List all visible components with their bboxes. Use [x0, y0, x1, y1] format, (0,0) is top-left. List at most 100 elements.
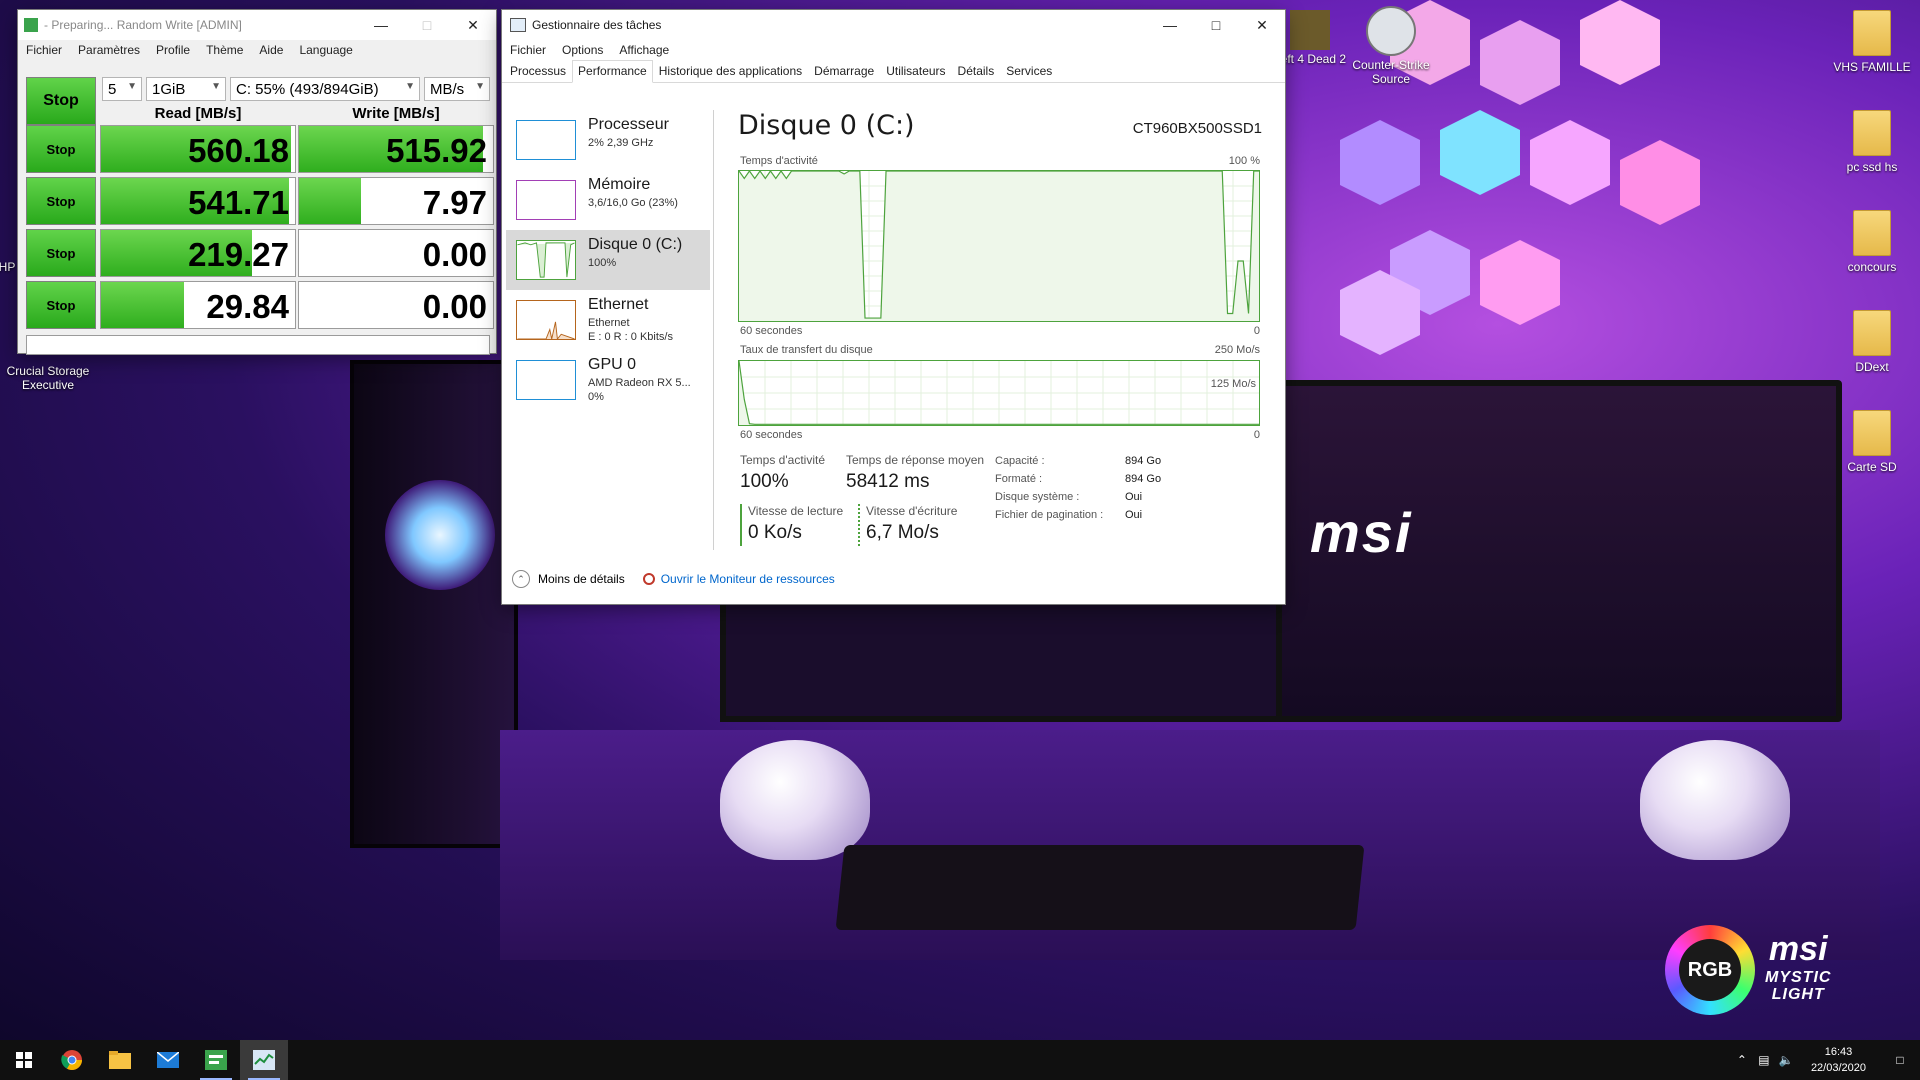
activity-graph-label: Temps d'activité [740, 155, 818, 167]
cs-source-icon [1366, 6, 1416, 56]
menu-aide[interactable]: Aide [251, 43, 291, 57]
transfer-graph [738, 360, 1260, 426]
row-1-read-cell: 560.18 [100, 125, 296, 173]
transfer-graph-zero: 0 [1253, 429, 1260, 441]
menu-affichage[interactable]: Affichage [611, 43, 677, 57]
wallpaper-mystic-light-logo: msi MYSTIC LIGHT [1765, 930, 1831, 1003]
open-resource-monitor-link[interactable]: Ouvrir le Moniteur de ressources [661, 572, 835, 586]
sidebar-item-sub: 100% [588, 257, 617, 269]
tab-processus[interactable]: Processus [504, 60, 572, 82]
tab-performance[interactable]: Performance [572, 60, 653, 83]
maximize-button[interactable]: □ [404, 10, 450, 40]
ethernet-adapter: Ethernet [588, 317, 630, 329]
stop-all-button[interactable]: Stop [26, 77, 96, 125]
row-4-stop-button[interactable]: Stop [26, 281, 96, 329]
cdm-app-icon [24, 18, 38, 32]
desktop-icon-cs-source[interactable]: Counter-Strike Source [1346, 6, 1436, 86]
clock[interactable]: 16:43 22/03/2020 [1797, 1044, 1880, 1076]
row-1-stop-button[interactable]: Stop [26, 125, 96, 173]
count-value: 5 [108, 80, 117, 98]
write-speed-value: 6,7 Mo/s [866, 522, 939, 543]
tab-utilisateurs[interactable]: Utilisateurs [880, 60, 951, 82]
write-speed-marker [858, 504, 860, 546]
wallpaper-rgb-badge: RGB [1665, 925, 1755, 1015]
drive-select[interactable]: C: 55% (493/894GiB) ▼ [230, 77, 420, 101]
close-button[interactable]: ✕ [1239, 10, 1285, 40]
sidebar-item-sub: 3,6/16,0 Go (23%) [588, 197, 678, 209]
memory-thumbnail [516, 180, 576, 220]
sidebar-item-gpu[interactable]: GPU 0 AMD Radeon RX 5... 0% [506, 350, 710, 410]
row-2-stop-button[interactable]: Stop [26, 177, 96, 225]
chevron-down-icon: ▼ [475, 81, 485, 92]
sidebar-item-sub: 2% 2,39 GHz [588, 137, 654, 149]
sidebar-item-memoire[interactable]: Mémoire 3,6/16,0 Go (23%) [506, 170, 710, 230]
desktop-folder-ddext[interactable]: DDext [1827, 310, 1917, 374]
count-select[interactable]: 5 ▼ [102, 77, 142, 101]
tab-services[interactable]: Services [1000, 60, 1058, 82]
chrome-icon[interactable] [48, 1040, 96, 1080]
desktop-folder-concours[interactable]: concours [1827, 210, 1917, 274]
action-center-icon[interactable]: □ [1880, 1053, 1920, 1067]
row-1-write-cell: 515.92 [298, 125, 494, 173]
mail-icon[interactable] [144, 1040, 192, 1080]
row-3-read-cell: 219.27 [100, 229, 296, 277]
menu-options[interactable]: Options [554, 43, 611, 57]
drive-value: C: 55% (493/894GiB) [236, 80, 379, 98]
desktop-folder-vhs-famille[interactable]: VHS FAMILLE [1827, 10, 1917, 74]
desktop-icon-label: Crucial Storage Executive [6, 364, 90, 392]
menu-fichier[interactable]: Fichier [502, 43, 554, 57]
tab-demarrage[interactable]: Démarrage [808, 60, 880, 82]
light-word: LIGHT [1771, 986, 1825, 1003]
menu-language[interactable]: Language [291, 43, 360, 57]
menu-profile[interactable]: Profile [148, 43, 198, 57]
size-select[interactable]: 1GiB ▼ [146, 77, 226, 101]
desktop-icon-label: Carte SD [1847, 460, 1897, 474]
minimize-button[interactable]: — [1147, 10, 1193, 40]
taskbar: ⌃ ▤ 🔈 16:43 22/03/2020 □ [0, 1040, 1920, 1080]
wallpaper-rgb-fan [385, 480, 495, 590]
wallpaper-speaker-left [720, 740, 870, 860]
menu-theme[interactable]: Thème [198, 43, 251, 57]
desktop-folder-carte-sd[interactable]: Carte SD [1827, 410, 1917, 474]
volume-icon[interactable]: 🔈 [1775, 1053, 1797, 1067]
menu-parametres[interactable]: Paramètres [70, 43, 148, 57]
row-4-write-cell: 0.00 [298, 281, 494, 329]
cdm-titlebar[interactable]: - Preparing... Random Write [ADMIN] — □ … [18, 10, 496, 40]
close-button[interactable]: ✕ [450, 10, 496, 40]
transfer-graph-seconds: 60 secondes [740, 429, 803, 441]
folder-icon [1853, 210, 1891, 256]
disk-detail-panel: Disque 0 (C:) CT960BX500SSD1 Temps d'act… [738, 110, 1268, 570]
task-manager-app-icon [510, 18, 526, 32]
activity-graph-seconds: 60 secondes [740, 325, 803, 337]
chevron-up-icon[interactable]: ⌃ [512, 570, 530, 588]
prop-pagination-label: Fichier de pagination : [995, 509, 1104, 521]
desktop-folder-pc-ssd-hs[interactable]: pc ssd hs [1827, 110, 1917, 174]
crystaldiskmark-icon[interactable] [192, 1040, 240, 1080]
minimize-button[interactable]: — [358, 10, 404, 40]
chevron-up-icon[interactable]: ⌃ [1731, 1053, 1753, 1067]
response-stat-label: Temps de réponse moyen [846, 453, 985, 467]
fewer-details-link[interactable]: Moins de détails [538, 572, 625, 586]
windows-start-icon[interactable] [0, 1040, 48, 1080]
tm-titlebar[interactable]: Gestionnaire des tâches — □ ✕ [502, 10, 1285, 40]
write-value: 515.92 [386, 132, 487, 169]
sidebar-item-disque[interactable]: Disque 0 (C:) 100% [506, 230, 710, 290]
menu-fichier[interactable]: Fichier [18, 43, 70, 57]
task-manager-icon[interactable] [240, 1040, 288, 1080]
network-icon[interactable]: ▤ [1753, 1053, 1775, 1067]
sidebar-item-ethernet[interactable]: Ethernet Ethernet E : 0 R : 0 Kbits/s [506, 290, 710, 350]
tab-details[interactable]: Détails [952, 60, 1001, 82]
sidebar-item-sub: Ethernet E : 0 R : 0 Kbits/s [588, 316, 673, 344]
maximize-button[interactable]: □ [1193, 10, 1239, 40]
sidebar-item-processeur[interactable]: Processeur 2% 2,39 GHz [506, 110, 710, 170]
ethernet-throughput: E : 0 R : 0 Kbits/s [588, 331, 673, 343]
unit-select[interactable]: MB/s ▼ [424, 77, 490, 101]
folder-icon [1853, 110, 1891, 156]
tab-historique[interactable]: Historique des applications [653, 60, 808, 82]
prop-formate-label: Formaté : [995, 473, 1043, 485]
cdm-comment-field[interactable] [26, 335, 490, 355]
write-value: 0.00 [422, 236, 487, 273]
file-explorer-icon[interactable] [96, 1040, 144, 1080]
row-3-stop-button[interactable]: Stop [26, 229, 96, 277]
mystic-word: MYSTIC [1765, 969, 1832, 986]
